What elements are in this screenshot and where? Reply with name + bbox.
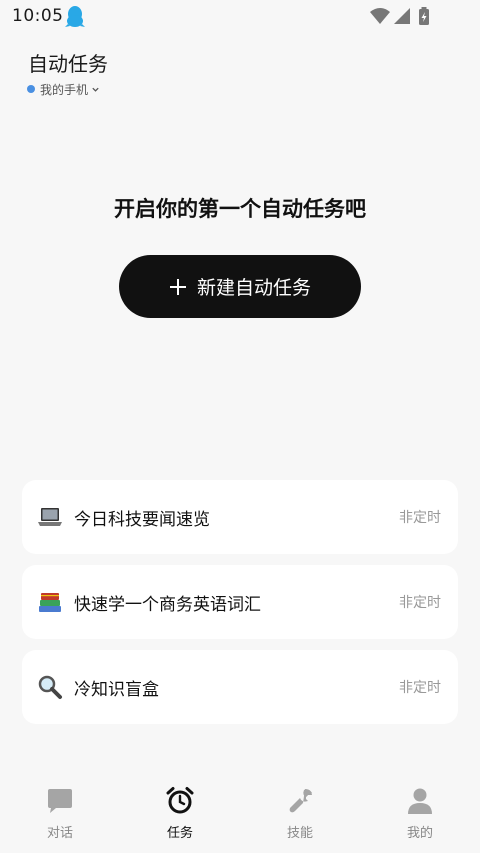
books-icon — [36, 588, 64, 616]
alarm-clock-icon — [166, 787, 194, 814]
person-icon — [408, 788, 432, 814]
bottom-nav: 对话 任务 技能 我的 — [0, 776, 480, 853]
laptop-icon — [36, 503, 64, 531]
plus-icon — [169, 278, 186, 295]
chat-icon — [48, 789, 72, 813]
nav-label-profile: 我的 — [406, 826, 433, 841]
task-name: 冷知识盲盒 — [74, 679, 159, 700]
nav-item-profile[interactable]: 我的 — [360, 776, 480, 853]
status-icons — [370, 7, 429, 25]
wrench-icon — [289, 789, 312, 813]
task-card[interactable]: 今日科技要闻速览 非定时 — [22, 480, 458, 554]
device-label: 我的手机 — [40, 82, 89, 97]
nav-label-chat: 对话 — [46, 826, 73, 841]
device-status-dot — [27, 85, 35, 93]
qq-icon — [65, 6, 85, 27]
task-name: 今日科技要闻速览 — [74, 509, 210, 530]
signal-icon — [394, 8, 410, 24]
task-card[interactable]: 快速学一个商务英语词汇 非定时 — [22, 565, 458, 639]
task-schedule: 非定时 — [399, 595, 441, 611]
task-schedule: 非定时 — [399, 680, 441, 696]
battery-icon — [419, 7, 429, 25]
magnifier-icon — [36, 673, 64, 701]
device-selector[interactable]: 我的手机 — [27, 80, 100, 98]
task-card[interactable]: 冷知识盲盒 非定时 — [22, 650, 458, 724]
nav-item-skills[interactable]: 技能 — [240, 776, 360, 853]
status-time: 10:05 — [12, 6, 64, 26]
new-task-button[interactable]: 新建自动任务 — [119, 255, 361, 318]
status-bar: 10:05 — [0, 0, 480, 34]
page-title: 自动任务 — [28, 52, 108, 76]
nav-label-skills: 技能 — [286, 826, 313, 841]
empty-state-title: 开启你的第一个自动任务吧 — [114, 197, 366, 221]
nav-item-chat[interactable]: 对话 — [0, 776, 120, 853]
wifi-icon — [370, 8, 390, 24]
task-name: 快速学一个商务英语词汇 — [74, 594, 261, 615]
nav-item-tasks[interactable]: 任务 — [120, 776, 240, 853]
nav-label-tasks: 任务 — [166, 826, 193, 841]
task-schedule: 非定时 — [399, 510, 441, 526]
chevron-down-icon — [92, 87, 99, 92]
new-task-label: 新建自动任务 — [196, 277, 311, 299]
